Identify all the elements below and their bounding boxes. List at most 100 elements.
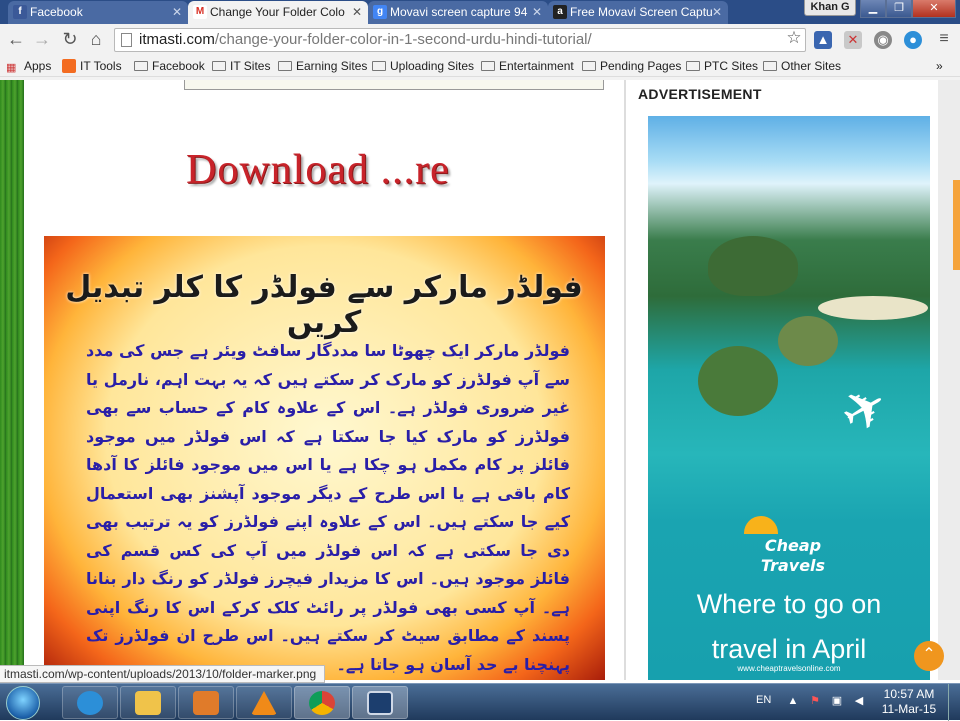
folder-icon xyxy=(134,61,148,71)
taskbar-media-player[interactable] xyxy=(178,686,234,719)
back-arrow-icon[interactable]: ← xyxy=(6,30,26,50)
bookmarks-overflow-chevron[interactable]: » xyxy=(936,58,943,74)
travel-ad-banner[interactable]: ✈ Cheap Travels Where to go on travel in … xyxy=(648,116,930,680)
bookmark-earning-sites[interactable]: Earning Sites xyxy=(278,58,367,74)
page-icon xyxy=(121,33,132,47)
close-icon[interactable]: ✕ xyxy=(172,1,182,23)
vlc-cone-icon xyxy=(251,691,277,715)
minimize-button[interactable]: ▁ xyxy=(860,0,886,18)
close-icon[interactable]: ✕ xyxy=(712,1,722,23)
tab-strip: f Facebook ✕ M Change Your Folder Colo ✕… xyxy=(0,0,960,24)
tab-label: Facebook xyxy=(30,5,83,19)
code-box xyxy=(184,80,604,90)
bookmark-star-icon[interactable]: ☆ xyxy=(784,29,804,49)
tab-movavi-capture[interactable]: g Movavi screen capture 94 ✕ xyxy=(368,1,548,24)
movavi-icon xyxy=(367,691,393,715)
tab-label: Free Movavi Screen Captu xyxy=(570,5,713,19)
bookmark-it-sites[interactable]: IT Sites xyxy=(212,58,270,74)
airplane-icon: ✈ xyxy=(830,372,900,448)
scroll-to-top-button[interactable]: ⌃ xyxy=(914,641,944,671)
language-indicator[interactable]: EN xyxy=(756,694,771,706)
taskbar-internet-explorer[interactable] xyxy=(62,686,118,719)
blogger-icon xyxy=(62,59,76,73)
chrome-icon xyxy=(309,691,335,715)
extension-chat-icon[interactable]: ● xyxy=(904,31,922,49)
url-path: /change-your-folder-color-in-1-second-ur… xyxy=(214,31,592,48)
folder-icon xyxy=(212,61,226,71)
download-button-image[interactable]: Download ...re xyxy=(186,146,450,194)
facebook-icon: f xyxy=(13,5,27,19)
browser-toolbar: ← → ↻ ⌂ itmasti.com/change-your-folder-c… xyxy=(0,26,960,54)
taskbar-chrome[interactable] xyxy=(294,686,350,719)
start-button[interactable] xyxy=(6,686,40,720)
bookmark-facebook[interactable]: Facebook xyxy=(134,58,205,74)
profile-button[interactable]: Khan G xyxy=(804,0,856,16)
extension-globe-icon[interactable]: ◉ xyxy=(874,31,892,49)
extension-bell-icon[interactable]: ▲ xyxy=(814,31,832,49)
island-shape xyxy=(698,346,778,416)
bookmark-pending-pages[interactable]: Pending Pages xyxy=(582,58,681,74)
extension-block-icon[interactable]: ✕ xyxy=(844,31,862,49)
bookmark-entertainment[interactable]: Entertainment xyxy=(481,58,574,74)
folder-icon xyxy=(372,61,386,71)
windows-taskbar: EN ▲ ⚑ ▣ ◀ 10:57 AM 11-Mar-15 xyxy=(0,683,960,721)
maximize-button[interactable]: ❐ xyxy=(886,0,912,18)
urdu-body-text: فولڈر مارکر ایک چھوٹا سا مددگار سافٹ ویئ… xyxy=(86,341,570,674)
tab-label: Movavi screen capture 94 xyxy=(390,5,528,19)
bookmark-other-sites[interactable]: Other Sites xyxy=(763,58,841,74)
page-scrollbar[interactable] xyxy=(938,80,960,680)
apps-grid-icon: ▦ xyxy=(6,62,17,74)
urdu-title: فولڈر مارکر سے فولڈر کا کلر تبدیل کریں xyxy=(65,270,583,340)
reload-icon[interactable]: ↻ xyxy=(60,30,80,50)
action-center-flag-icon[interactable]: ⚑ xyxy=(808,694,822,708)
tab-free-movavi[interactable]: a Free Movavi Screen Captu ✕ xyxy=(548,1,728,24)
ad-brand: Cheap Travels xyxy=(760,536,826,575)
amazon-icon: a xyxy=(553,5,567,19)
grass-background-left xyxy=(0,80,24,680)
status-bar-url: itmasti.com/wp-content/uploads/2013/10/f… xyxy=(0,665,326,683)
show-desktop-button[interactable] xyxy=(948,684,960,721)
folder-icon xyxy=(763,61,777,71)
folder-icon xyxy=(135,691,161,715)
clock-date: 11-Mar-15 xyxy=(881,702,937,716)
clock-time: 10:57 AM xyxy=(883,687,935,701)
google-icon: g xyxy=(373,5,387,19)
media-player-icon xyxy=(193,691,219,715)
gmail-icon: M xyxy=(193,5,207,19)
home-icon[interactable]: ⌂ xyxy=(86,30,106,50)
show-hidden-icons-chevron[interactable]: ▲ xyxy=(786,694,800,708)
bookmark-uploading-sites[interactable]: Uploading Sites xyxy=(372,58,474,74)
island-shape xyxy=(708,236,798,296)
taskbar-file-explorer[interactable] xyxy=(120,686,176,719)
advertisement-heading: ADVERTISEMENT xyxy=(638,86,762,102)
ad-tagline: Where to go on travel in April xyxy=(696,589,882,664)
taskbar-movavi[interactable] xyxy=(352,686,408,719)
bookmark-it-tools[interactable]: IT Tools xyxy=(62,58,122,74)
folder-icon xyxy=(686,61,700,71)
folder-icon xyxy=(278,61,292,71)
url-host: itmasti.com xyxy=(139,31,215,48)
forward-arrow-icon[interactable]: → xyxy=(32,30,52,50)
browser-chrome: f Facebook ✕ M Change Your Folder Colo ✕… xyxy=(0,0,960,80)
system-clock[interactable]: 10:57 AM 11-Mar-15 xyxy=(876,687,942,717)
bookmark-ptc-sites[interactable]: PTC Sites xyxy=(686,58,758,74)
tab-facebook[interactable]: f Facebook ✕ xyxy=(8,1,188,24)
scrollbar-thumb[interactable] xyxy=(953,180,960,270)
close-icon[interactable]: ✕ xyxy=(352,1,362,23)
island-shape xyxy=(778,316,838,366)
network-icon[interactable]: ▣ xyxy=(830,694,844,708)
beach-shape xyxy=(818,296,928,320)
bookmark-apps[interactable]: ▦ Apps xyxy=(6,58,51,74)
close-icon[interactable]: ✕ xyxy=(532,1,542,23)
tab-change-folder-color[interactable]: M Change Your Folder Colo ✕ xyxy=(188,1,368,24)
volume-icon[interactable]: ◀ xyxy=(852,694,866,708)
close-window-button[interactable]: ✕ xyxy=(912,0,956,18)
taskbar-vlc[interactable] xyxy=(236,686,292,719)
folder-icon xyxy=(582,61,596,71)
bookmarks-bar: ▦ Apps IT Tools Facebook IT Sites Earning… xyxy=(0,55,960,77)
tab-label: Change Your Folder Colo xyxy=(210,5,345,19)
address-bar[interactable]: itmasti.com/change-your-folder-color-in-… xyxy=(114,28,806,52)
menu-icon[interactable]: ≡ xyxy=(934,30,954,50)
ad-url: www.cheaptravelsonline.com xyxy=(737,664,841,673)
internet-explorer-icon xyxy=(77,691,103,715)
